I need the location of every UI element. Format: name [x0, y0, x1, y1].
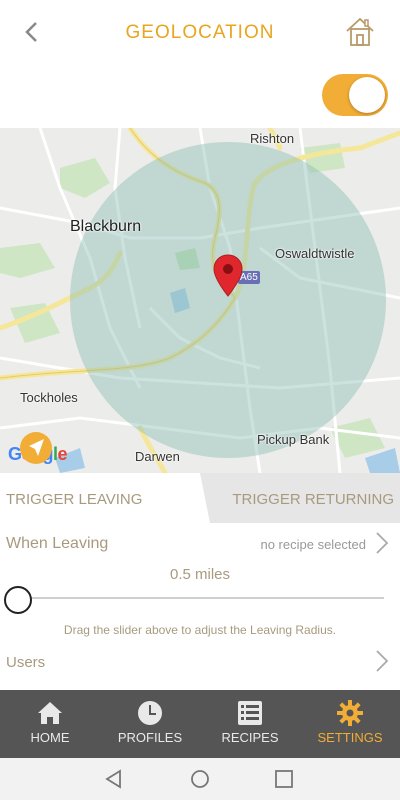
navigation-arrow-icon [29, 439, 44, 456]
house-icon [38, 702, 62, 724]
nav-profiles[interactable]: PROFILES [100, 690, 200, 758]
users-row[interactable]: Users [0, 641, 400, 685]
nav-recipes[interactable]: RECIPES [200, 690, 300, 758]
nav-home[interactable]: HOME [0, 690, 100, 758]
map-label-blackburn: Blackburn [70, 218, 142, 235]
nav-settings[interactable]: SETTINGS [300, 690, 400, 758]
nav-profiles-label: PROFILES [117, 730, 183, 745]
home-circle-icon[interactable] [188, 767, 212, 791]
toggle-knob [349, 77, 385, 113]
chevron-right-icon [376, 650, 389, 672]
list-icon [238, 701, 262, 725]
nav-recipes-label: RECIPES [221, 730, 279, 745]
map-background [0, 128, 400, 473]
home-button[interactable] [344, 16, 376, 48]
back-triangle-icon[interactable] [102, 767, 126, 791]
house-icon [346, 17, 374, 46]
recents-square-icon[interactable] [272, 767, 296, 791]
recipe-status: no recipe selected [260, 537, 366, 552]
bottom-nav: HOME PROFILES RECIPES SETTINGS [0, 690, 400, 758]
tab-trigger-returning-label: TRIGGER RETURNING [232, 491, 394, 508]
map-label-pickup-bank: Pickup Bank [257, 432, 330, 447]
trigger-tabs: TRIGGER LEAVING TRIGGER RETURNING [0, 473, 400, 523]
slider-track [18, 597, 384, 599]
slider-hint: Drag the slider above to adjust the Leav… [63, 623, 337, 637]
chevron-right-icon [376, 532, 389, 554]
radius-slider[interactable] [4, 586, 384, 614]
tab-trigger-leaving-label: TRIGGER LEAVING [6, 491, 143, 508]
map-label-tockholes: Tockholes [20, 390, 78, 405]
tab-trigger-leaving[interactable]: TRIGGER LEAVING [0, 473, 210, 523]
when-leaving-row[interactable]: When Leaving no recipe selected [0, 523, 400, 565]
geolocation-toggle[interactable] [322, 74, 388, 116]
tab-trigger-returning[interactable]: TRIGGER RETURNING [200, 473, 400, 523]
when-leaving-label: When Leaving [6, 535, 109, 552]
nav-settings-label: SETTINGS [317, 730, 383, 745]
radius-value: 0.5 miles [169, 566, 231, 583]
users-label: Users [6, 654, 46, 671]
location-pin-icon[interactable] [213, 254, 243, 298]
locate-me-button[interactable] [20, 432, 52, 464]
header: GEOLOCATION [0, 0, 400, 68]
nav-home-label: HOME [30, 730, 70, 745]
map-label-darwen: Darwen [135, 449, 180, 464]
slider-thumb[interactable] [4, 586, 32, 614]
map[interactable]: Rishton Blackburn Oswaldtwistle Tockhole… [0, 128, 400, 473]
toggle-row [0, 68, 400, 128]
map-label-oswaldtwistle: Oswaldtwistle [275, 246, 355, 261]
map-label-rishton: Rishton [250, 131, 295, 146]
system-nav-bar [0, 758, 400, 800]
page-title: GEOLOCATION [125, 22, 275, 43]
clock-icon [138, 701, 162, 725]
gear-icon [337, 700, 363, 726]
